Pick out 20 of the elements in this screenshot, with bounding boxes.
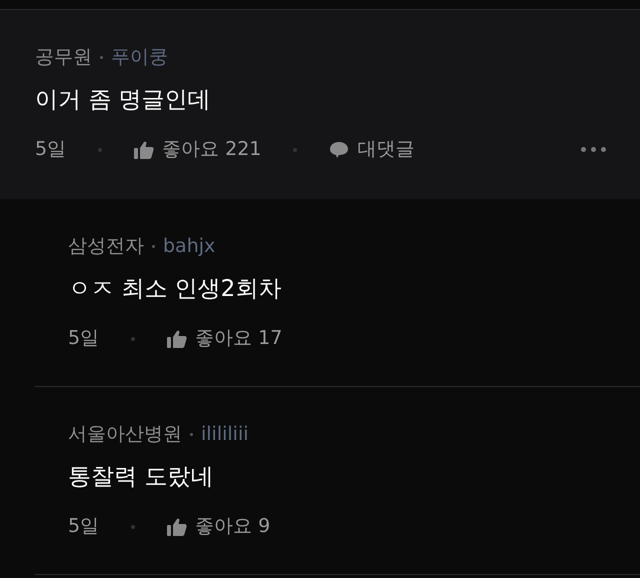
- nickname[interactable]: bahjx: [163, 237, 216, 256]
- like-button[interactable]: 좋아요 9: [167, 517, 270, 536]
- like-button[interactable]: 좋아요 17: [167, 329, 282, 348]
- comment-age: 5일: [68, 517, 100, 536]
- company-name: 삼성전자: [68, 237, 144, 256]
- like-button[interactable]: 좋아요 221: [134, 140, 262, 159]
- reply-text: 통찰력 도랐네: [68, 466, 214, 489]
- reply-button[interactable]: 대댓글: [329, 140, 414, 159]
- thumbs-up-icon: [134, 140, 154, 158]
- speech-bubble-icon: [329, 140, 350, 158]
- thumbs-up-icon: [167, 330, 188, 348]
- company-name: 서울아산병원: [68, 425, 182, 444]
- comment-text: 이거 좀 명글인데: [35, 89, 212, 112]
- reply-text: ㅇㅈ 최소 인생2회차: [68, 278, 282, 301]
- company-name: 공무원: [35, 48, 92, 67]
- nickname[interactable]: 푸이쿵: [111, 48, 168, 67]
- nickname[interactable]: ilililiii: [201, 425, 249, 444]
- thumbs-up-icon: [167, 518, 188, 536]
- comment-age: 5일: [35, 140, 66, 159]
- comment-age: 5일: [68, 329, 100, 348]
